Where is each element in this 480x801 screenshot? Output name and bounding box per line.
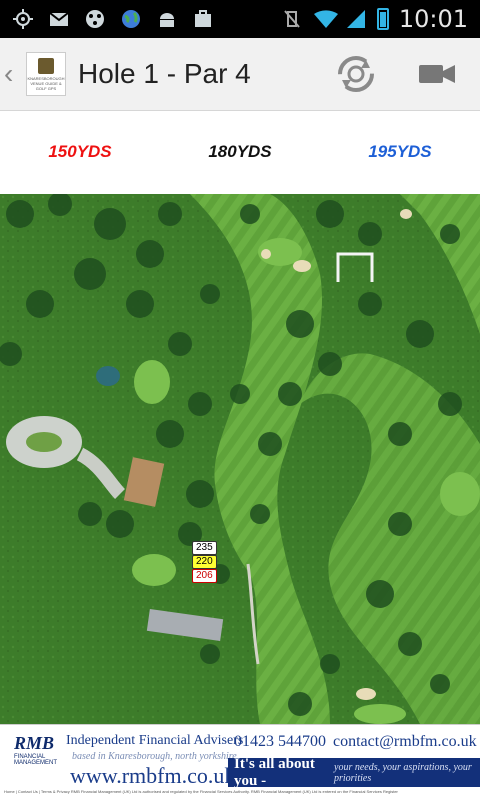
ad-band: It's all about you - your needs, your as… [228, 755, 480, 789]
vibrate-muted-icon [281, 8, 303, 30]
clock: 10:01 [398, 5, 468, 33]
gmail-icon [48, 8, 70, 30]
crest-icon [38, 57, 54, 74]
wifi-icon [313, 8, 338, 30]
pond [96, 366, 120, 386]
title-bar: ‹ KNARESBOROUGH VENUE GUIDE & GOLF GPS H… [0, 38, 480, 111]
hole-map[interactable]: 235 220 206 [0, 194, 480, 724]
ad-fine-print: Home | Contact Us | Terms & Privacy RMB … [4, 789, 398, 794]
logo-text: KNARESBOROUGH VENUE GUIDE & GOLF GPS [27, 75, 65, 91]
ad-band-main: It's all about you - [234, 755, 315, 789]
distance-marker-206: 206 [192, 569, 217, 583]
battery-icon [376, 8, 389, 30]
status-bar: 10:01 [0, 0, 480, 38]
ad-url[interactable]: www.rmbfm.co.uk [70, 763, 235, 789]
video-camera-icon[interactable] [418, 61, 456, 87]
ad-subline: based in Knaresborough, north yorkshire [72, 751, 237, 762]
yardage-blue: 195YDS [368, 142, 432, 161]
distance-marker-220: 220 [192, 555, 217, 569]
rmb-logo: RMB FINANCIAL MANAGEMENT [14, 733, 62, 787]
distance-marker-235: 235 [192, 541, 217, 555]
course-illustration [0, 194, 480, 724]
ad-phone[interactable]: 01423 544700 [234, 733, 326, 751]
ad-banner[interactable]: RMB FINANCIAL MANAGEMENT Independent Fin… [0, 724, 480, 801]
ad-email[interactable]: contact@rmbfm.co.uk [333, 733, 477, 751]
ad-logo-text: RMB [14, 733, 55, 753]
sync-icon[interactable] [336, 54, 376, 94]
ad-tagline: Independent Financial Advisers [66, 733, 244, 748]
yardage-red: 150YDS [48, 142, 112, 161]
back-chevron-icon[interactable]: ‹ [0, 58, 24, 90]
gps-icon [12, 8, 34, 30]
app-logo[interactable]: KNARESBOROUGH VENUE GUIDE & GOLF GPS [26, 52, 66, 96]
signal-icon [345, 8, 367, 30]
ad-logo-sub: FINANCIAL MANAGEMENT [14, 754, 58, 766]
app-icon [84, 8, 106, 30]
briefcase-icon [192, 8, 214, 30]
yardage-bar: 150YDS 180YDS 195YDS [0, 111, 480, 193]
android-icon [156, 8, 178, 30]
yardage-black: 180YDS [208, 142, 272, 161]
ad-band-sub: your needs, your aspirations, your prior… [334, 761, 472, 784]
globe-icon [120, 8, 142, 30]
page-title: Hole 1 - Par 4 [78, 58, 251, 89]
